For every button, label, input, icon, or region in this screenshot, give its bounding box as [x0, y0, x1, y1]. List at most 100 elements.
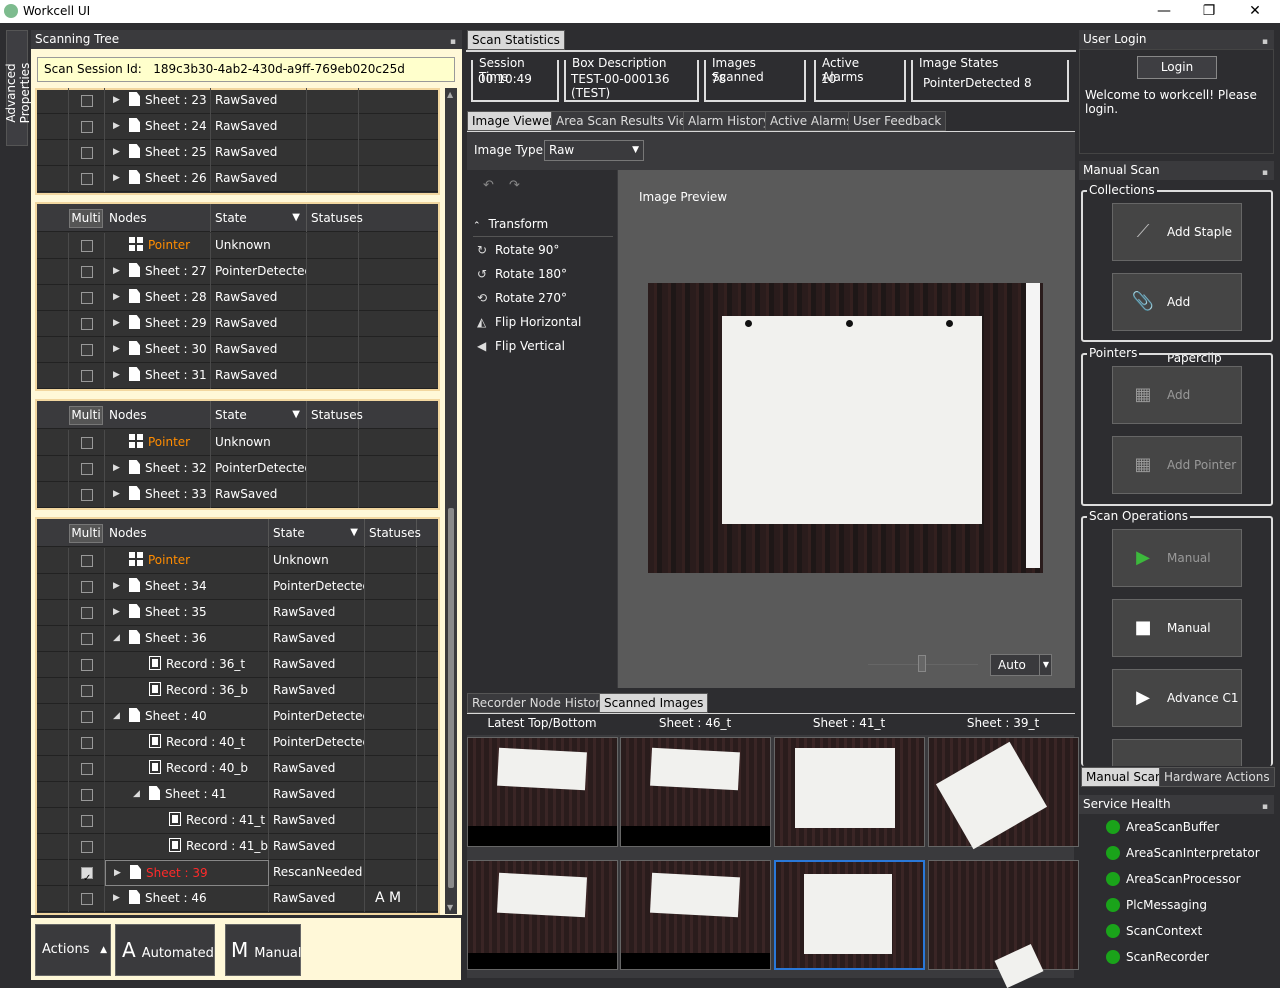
node-cell[interactable]: ◢ Sheet : 36 [105, 626, 269, 652]
undo-icon[interactable]: ↶ [483, 178, 494, 193]
node-cell[interactable]: Record : 41_t [105, 808, 269, 834]
tree-row[interactable]: Record : 40_t PointerDetected [37, 730, 438, 756]
tab-image-viewer[interactable]: Image Viewer [467, 111, 560, 131]
expand-icon[interactable]: ▶ [113, 285, 120, 310]
tree-scrollbar[interactable]: ▲ ▼ [445, 88, 457, 914]
tab-user-feedback[interactable]: User Feedback [848, 111, 947, 131]
row-checkbox[interactable] [81, 173, 93, 185]
expand-icon[interactable]: ▶ [113, 886, 120, 911]
scroll-thumb[interactable] [448, 508, 454, 888]
tree-row[interactable]: ▶ Sheet : 26 RawSaved [37, 166, 438, 192]
state-column-header[interactable]: State ▼ [211, 401, 307, 429]
tree-row[interactable]: ▶ Sheet : 24 RawSaved [37, 114, 438, 140]
node-cell[interactable]: Pointer [105, 548, 269, 574]
row-checkbox[interactable] [81, 95, 93, 107]
filter-icon[interactable]: ▼ [292, 204, 300, 232]
actions-button[interactable]: Actions ▲ [35, 924, 111, 976]
tree-row[interactable]: Pointer Unknown [37, 430, 438, 456]
node-cell[interactable]: ▶ Sheet : 39 [105, 860, 269, 886]
expand-icon[interactable]: ▶ [113, 363, 120, 388]
minimize-button[interactable]: — [1141, 2, 1187, 21]
scanned-thumbnail[interactable] [774, 737, 925, 847]
tree-row[interactable]: ▶ Sheet : 46 RawSaved A M [37, 886, 438, 912]
advanced-properties-tab[interactable]: Advanced Properties [4, 30, 32, 146]
row-checkbox[interactable] [81, 737, 93, 749]
manual-scan-stop-button[interactable]: ■Manual Scan [1112, 599, 1242, 691]
transform-header[interactable]: ⌃ Transform [473, 217, 548, 231]
row-checkbox[interactable] [81, 711, 93, 723]
pin-icon[interactable]: ▪ [1262, 798, 1268, 816]
node-cell[interactable]: Pointer [105, 233, 211, 259]
node-cell[interactable]: ▶ Sheet : 46 [105, 886, 269, 912]
tree-row[interactable]: ▶ Sheet : 30 RawSaved [37, 337, 438, 363]
node-cell[interactable]: ▶ Sheet : 28 [105, 285, 211, 311]
row-checkbox[interactable] [81, 555, 93, 567]
tree-row[interactable]: ◢ Sheet : 40 PointerDetected [37, 704, 438, 730]
tree-row[interactable]: ▶ Sheet : 35 RawSaved [37, 600, 438, 626]
node-cell[interactable]: ◢ Sheet : 40 [105, 704, 269, 730]
node-cell[interactable]: Record : 40_t [105, 730, 269, 756]
manual-button[interactable]: M Manual [225, 924, 302, 976]
node-cell[interactable]: ▶ Sheet : 30 [105, 337, 211, 363]
row-checkbox[interactable] [81, 437, 93, 449]
tree-row[interactable]: ◢ Sheet : 41 RawSaved [37, 782, 438, 808]
row-checkbox[interactable] [81, 370, 93, 382]
tree-row[interactable]: ▶ Sheet : 23 RawSaved [37, 88, 438, 114]
expand-icon[interactable]: ▶ [113, 600, 120, 625]
node-cell[interactable]: ◢ Sheet : 41 [105, 782, 269, 808]
image-type-select[interactable]: Raw ▼ [544, 140, 644, 161]
node-cell[interactable]: ▶ Sheet : 29 [105, 311, 211, 337]
pin-icon[interactable]: ▪ [1262, 164, 1268, 182]
tab-recorder-node-history[interactable]: Recorder Node History [467, 693, 613, 713]
tab-alarm-history[interactable]: Alarm History [683, 111, 775, 131]
node-cell[interactable]: ▶ Sheet : 27 [105, 259, 211, 285]
advance-button[interactable]: ▶ Advance C1 [1112, 669, 1242, 727]
collapse-icon[interactable]: ◢ [133, 782, 140, 807]
tree-row[interactable]: ▶ Sheet : 29 RawSaved [37, 311, 438, 337]
row-checkbox[interactable] [81, 147, 93, 159]
row-checkbox[interactable] [81, 292, 93, 304]
manual-scan-play-button[interactable]: ▶Manual Scan [1112, 529, 1242, 621]
statuses-column-header[interactable]: Statuses [365, 519, 421, 547]
row-checkbox[interactable] [81, 266, 93, 278]
scanned-thumbnail[interactable] [467, 860, 618, 970]
tree-row[interactable]: ▶ Sheet : 32 PointerDetected [37, 456, 438, 482]
rotate-180-button[interactable]: ↺ Rotate 180° [477, 267, 567, 281]
multi-button[interactable]: Multi [69, 524, 103, 543]
node-cell[interactable]: ▶ Sheet : 23 [105, 88, 211, 114]
node-cell[interactable]: ▶ Sheet : 33 [105, 482, 211, 508]
expand-icon[interactable]: ▶ [113, 482, 120, 507]
node-cell[interactable]: ▶ Sheet : 25 [105, 140, 211, 166]
filter-icon[interactable]: ▼ [292, 401, 300, 429]
tree-row[interactable]: Record : 36_t RawSaved [37, 652, 438, 678]
rotate-270-button[interactable]: ⟲ Rotate 270° [477, 291, 567, 305]
scanned-thumbnail-selected[interactable] [774, 860, 925, 970]
tab-scanned-images[interactable]: Scanned Images [599, 693, 709, 713]
nodes-column-header[interactable]: Nodes [105, 204, 211, 232]
redo-icon[interactable]: ↷ [509, 178, 520, 193]
add-exception-button[interactable]: ▦Add Exception [1112, 366, 1242, 458]
add-paperclip-button[interactable]: 📎 Add Paperclip [1112, 273, 1242, 365]
tree-row[interactable]: ◢ Sheet : 36 RawSaved [37, 626, 438, 652]
row-checkbox[interactable] [81, 841, 93, 853]
tree-row[interactable]: ▶ Sheet : 34 PointerDetected [37, 574, 438, 600]
close-button[interactable]: ✕ [1232, 2, 1278, 21]
row-checkbox[interactable] [81, 607, 93, 619]
state-column-header[interactable]: State ▼ [211, 204, 307, 232]
node-cell[interactable]: ▶ Sheet : 35 [105, 600, 269, 626]
row-checkbox[interactable] [81, 815, 93, 827]
expand-icon[interactable]: ▶ [113, 337, 120, 362]
expand-icon[interactable]: ▶ [113, 456, 120, 481]
partial-button[interactable] [1112, 739, 1242, 766]
maximize-button[interactable]: ❐ [1186, 2, 1232, 21]
row-checkbox[interactable] [81, 581, 93, 593]
zoom-select[interactable]: Auto ▼ [990, 654, 1052, 676]
node-cell[interactable]: ▶ Sheet : 26 [105, 166, 211, 192]
scroll-down-icon[interactable]: ▼ [447, 903, 453, 912]
row-checkbox[interactable] [81, 866, 93, 886]
node-cell[interactable]: Record : 41_b [105, 834, 269, 860]
row-checkbox[interactable] [81, 240, 93, 252]
row-checkbox[interactable] [81, 318, 93, 330]
statuses-column-header[interactable]: Statuses [307, 204, 363, 232]
rotate-90-button[interactable]: ↻ Rotate 90° [477, 243, 559, 257]
